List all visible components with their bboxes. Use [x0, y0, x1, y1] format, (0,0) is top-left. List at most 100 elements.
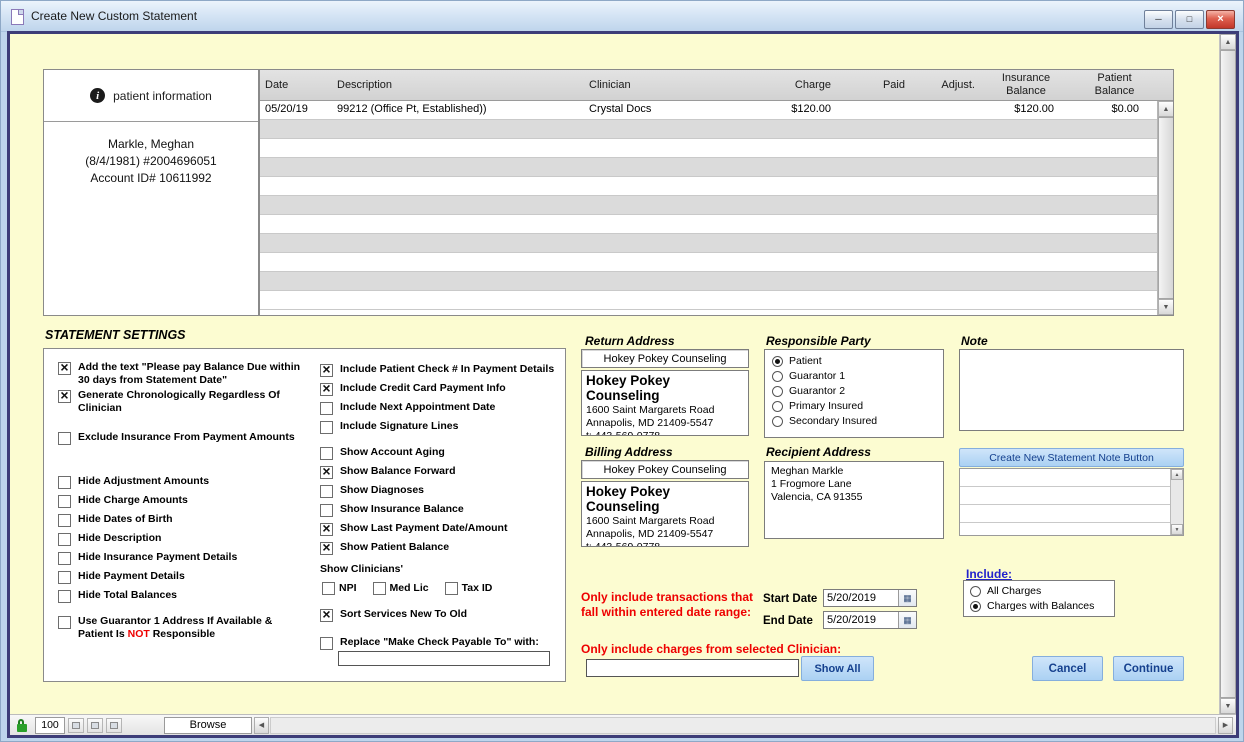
- radio-all-charges[interactable]: All Charges: [970, 585, 1108, 597]
- scroll-right-icon[interactable]: ▶: [1218, 717, 1233, 734]
- billing-address-label: Billing Address: [585, 445, 673, 459]
- table-scroll-thumb[interactable]: [1158, 117, 1173, 299]
- form-scroll-thumb[interactable]: [1220, 50, 1236, 698]
- status-view-button-1[interactable]: [68, 718, 84, 733]
- checkbox-box: [58, 390, 71, 403]
- radio-charges-with-balances[interactable]: Charges with Balances: [970, 600, 1108, 612]
- checkbox-box: [320, 542, 333, 555]
- clinician-filter-input[interactable]: [586, 659, 799, 677]
- start-date-input[interactable]: [824, 590, 898, 606]
- browse-mode-tab[interactable]: Browse: [164, 717, 252, 734]
- checkbox-label: Hide Payment Details: [78, 570, 185, 583]
- checkbox-hide-insurance-payment-details[interactable]: Hide Insurance Payment Details: [58, 551, 306, 565]
- radio-circle: [772, 416, 783, 427]
- checkbox-label: NPI: [339, 582, 357, 595]
- checkbox-sort-services[interactable]: Sort Services New To Old: [320, 608, 564, 622]
- checkbox-box: [58, 552, 71, 565]
- table-scroll-down-icon[interactable]: ▼: [1158, 299, 1173, 315]
- horizontal-scroll-track[interactable]: [270, 717, 1216, 734]
- checkbox-med-lic[interactable]: Med Lic: [373, 581, 429, 595]
- form-body: i patient information Markle, Meghan (8/…: [10, 34, 1236, 714]
- radio-primary-insured[interactable]: Primary Insured: [772, 400, 936, 412]
- show-all-button[interactable]: Show All: [801, 656, 874, 681]
- recipient-line1: Meghan Markle: [771, 465, 937, 478]
- checkbox-add-text[interactable]: Add the text "Please pay Balance Due wit…: [58, 361, 306, 386]
- patient-dob: (8/4/1981) #2004696051: [44, 153, 258, 170]
- checkbox-exclude-insurance[interactable]: Exclude Insurance From Payment Amounts: [58, 431, 306, 445]
- radio-circle: [772, 386, 783, 397]
- checkbox-show-diagnoses[interactable]: Show Diagnoses: [320, 484, 564, 498]
- table-scroll-up-icon[interactable]: ▲: [1158, 101, 1173, 117]
- column-header-clinician: Clinician: [584, 70, 764, 100]
- checkbox-include-credit-card[interactable]: Include Credit Card Payment Info: [320, 382, 564, 396]
- checkbox-hide-charge-amounts[interactable]: Hide Charge Amounts: [58, 494, 306, 508]
- note-scroll-up-icon[interactable]: ▲: [1171, 469, 1183, 480]
- checkbox-show-balance-forward[interactable]: Show Balance Forward: [320, 465, 564, 479]
- patient-name: Markle, Meghan: [44, 136, 258, 153]
- note-list-scrollbar[interactable]: ▲ ▼: [1170, 469, 1183, 535]
- checkbox-hide-total-balances[interactable]: Hide Total Balances: [58, 589, 306, 603]
- cancel-button[interactable]: Cancel: [1032, 656, 1103, 681]
- return-address-name: Hokey Pokey Counseling: [586, 373, 744, 403]
- empty-table-row: [260, 234, 1157, 253]
- table-scrollbar[interactable]: ▲ ▼: [1157, 101, 1173, 315]
- checkbox-box: [320, 364, 333, 377]
- checkbox-hide-description[interactable]: Hide Description: [58, 532, 306, 546]
- show-clinicians-label: Show Clinicians': [320, 563, 403, 575]
- checkbox-show-insurance-balance[interactable]: Show Insurance Balance: [320, 503, 564, 517]
- checkbox-generate-chronologically[interactable]: Generate Chronologically Regardless Of C…: [58, 389, 306, 414]
- end-date-input[interactable]: [824, 612, 898, 628]
- checkbox-include-patient-check[interactable]: Include Patient Check # In Payment Detai…: [320, 363, 564, 377]
- return-address-select[interactable]: Hokey Pokey Counseling: [581, 349, 749, 368]
- checkbox-hide-payment-details[interactable]: Hide Payment Details: [58, 570, 306, 584]
- note-input[interactable]: [959, 349, 1184, 431]
- continue-button[interactable]: Continue: [1113, 656, 1184, 681]
- form-scroll-up-icon[interactable]: ▲: [1220, 34, 1236, 50]
- minimize-button[interactable]: ─: [1144, 10, 1173, 29]
- checkbox-label: Hide Dates of Birth: [78, 513, 173, 526]
- lock-icon: [17, 719, 27, 732]
- checkbox-hide-adjustment-amounts[interactable]: Hide Adjustment Amounts: [58, 475, 306, 489]
- table-row[interactable]: 05/20/19 99212 (Office Pt, Established))…: [260, 101, 1157, 120]
- checkbox-use-guarantor-address[interactable]: Use Guarantor 1 Address If Available & P…: [58, 615, 306, 640]
- checkbox-replace-payable[interactable]: Replace "Make Check Payable To" with:: [320, 636, 564, 650]
- billing-address-select[interactable]: Hokey Pokey Counseling: [581, 460, 749, 479]
- checkbox-npi[interactable]: NPI: [322, 581, 357, 595]
- checkbox-box: [58, 533, 71, 546]
- note-scroll-down-icon[interactable]: ▼: [1171, 524, 1183, 535]
- create-note-button[interactable]: Create New Statement Note Button: [959, 448, 1184, 467]
- maximize-button[interactable]: □: [1175, 10, 1204, 29]
- end-date-calendar-icon[interactable]: ▦: [898, 612, 916, 628]
- radio-guarantor-1[interactable]: Guarantor 1: [772, 370, 936, 382]
- status-view-button-3[interactable]: [106, 718, 122, 733]
- form-scrollbar[interactable]: ▲ ▼: [1219, 34, 1236, 714]
- checkbox-hide-dates-of-birth[interactable]: Hide Dates of Birth: [58, 513, 306, 527]
- checkbox-include-signature-lines[interactable]: Include Signature Lines: [320, 420, 564, 434]
- radio-guarantor-2[interactable]: Guarantor 2: [772, 385, 936, 397]
- checkbox-include-next-appointment[interactable]: Include Next Appointment Date: [320, 401, 564, 415]
- statement-note-list[interactable]: ▲ ▼: [959, 468, 1184, 536]
- checkbox-tax-id[interactable]: Tax ID: [445, 581, 493, 595]
- status-view-button-2[interactable]: [87, 718, 103, 733]
- patient-info-title: patient information: [113, 89, 212, 103]
- radio-circle: [772, 371, 783, 382]
- radio-circle: [970, 586, 981, 597]
- checkbox-show-patient-balance[interactable]: Show Patient Balance: [320, 541, 564, 555]
- column-header-description: Description: [332, 70, 584, 100]
- checkbox-label: Show Balance Forward: [340, 465, 456, 478]
- form-scroll-down-icon[interactable]: ▼: [1220, 698, 1236, 714]
- radio-secondary-insured[interactable]: Secondary Insured: [772, 415, 936, 427]
- empty-table-row: [260, 196, 1157, 215]
- replace-payable-input[interactable]: [338, 651, 550, 666]
- start-date-calendar-icon[interactable]: ▦: [898, 590, 916, 606]
- note-list-item: [960, 469, 1170, 487]
- billing-address-line1: 1600 Saint Margarets Road: [586, 515, 744, 528]
- end-date-field: ▦: [823, 611, 917, 629]
- empty-table-row: [260, 215, 1157, 234]
- checkbox-show-account-aging[interactable]: Show Account Aging: [320, 446, 564, 460]
- close-button[interactable]: ×: [1206, 10, 1235, 29]
- checkbox-label: Include Credit Card Payment Info: [340, 382, 506, 395]
- scroll-left-icon[interactable]: ◀: [254, 717, 269, 734]
- radio-patient[interactable]: Patient: [772, 355, 936, 367]
- checkbox-show-last-payment[interactable]: Show Last Payment Date/Amount: [320, 522, 564, 536]
